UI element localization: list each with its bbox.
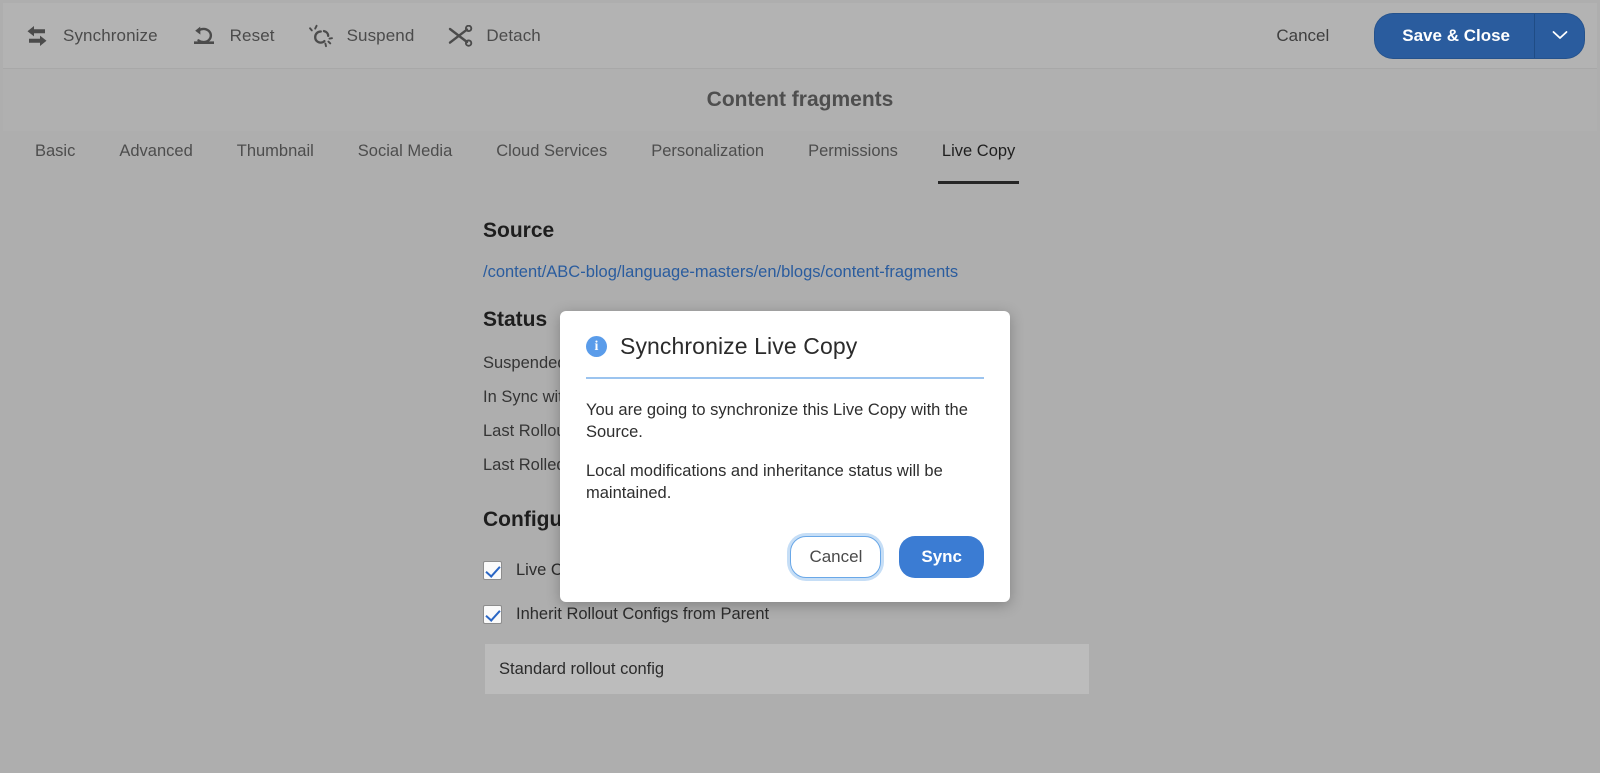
- page-title: Content fragments: [3, 69, 1597, 131]
- tab-permissions[interactable]: Permissions: [786, 131, 920, 194]
- scissors-icon: [446, 23, 474, 49]
- chevron-down-icon: [1552, 28, 1568, 43]
- inherit-rollout-configs-checkbox[interactable]: [483, 604, 502, 624]
- broken-link-icon: [307, 23, 335, 49]
- tab-thumbnail[interactable]: Thumbnail: [215, 131, 336, 194]
- dialog-cancel-button[interactable]: Cancel: [790, 536, 882, 579]
- tab-bar: Basic Advanced Thumbnail Social Media Cl…: [3, 131, 1597, 194]
- rollout-config-field[interactable]: Standard rollout config: [485, 644, 1089, 694]
- info-circle-icon: i: [586, 336, 607, 357]
- tab-advanced[interactable]: Advanced: [97, 131, 214, 194]
- dialog-paragraph: You are going to synchronize this Live C…: [586, 401, 968, 442]
- dialog-paragraph: Local modifications and inheritance stat…: [586, 461, 943, 502]
- suspend-action-label: Suspend: [346, 25, 415, 45]
- source-path-link[interactable]: /content/ABC-blog/language-masters/en/bl…: [483, 263, 958, 282]
- suspend-action-button[interactable]: Suspend: [297, 15, 437, 57]
- tab-cloud-services[interactable]: Cloud Services: [474, 131, 629, 194]
- detach-action-label: Detach: [486, 25, 541, 45]
- save-options-dropdown-button[interactable]: [1534, 13, 1584, 58]
- synchronize-action-button[interactable]: Synchronize: [13, 15, 180, 57]
- synchronize-action-label: Synchronize: [63, 25, 158, 45]
- live-copy-checkbox[interactable]: [483, 560, 502, 580]
- cancel-button[interactable]: Cancel: [1254, 16, 1351, 56]
- tab-social-media[interactable]: Social Media: [336, 131, 474, 194]
- toolbar-primary-actions: Cancel Save & Close: [1254, 13, 1597, 58]
- tab-personalization[interactable]: Personalization: [629, 131, 786, 194]
- save-and-close-button[interactable]: Save & Close: [1375, 13, 1534, 58]
- dialog-title: Synchronize Live Copy: [620, 333, 858, 359]
- dialog-body: You are going to synchronize this Live C…: [586, 379, 984, 504]
- dialog-header: i Synchronize Live Copy: [586, 333, 984, 379]
- reset-action-button[interactable]: Reset: [180, 15, 297, 57]
- top-toolbar: Synchronize Reset Suspend Detach Cancel …: [3, 3, 1597, 69]
- detach-action-button[interactable]: Detach: [436, 15, 562, 57]
- tab-live-copy[interactable]: Live Copy: [920, 131, 1037, 194]
- inherit-rollout-configs-label: Inherit Rollout Configs from Parent: [516, 604, 770, 623]
- source-heading: Source: [483, 219, 555, 242]
- synchronize-live-copy-dialog: i Synchronize Live Copy You are going to…: [560, 311, 1010, 603]
- undo-reset-icon: [190, 23, 218, 49]
- dialog-footer: Cancel Sync: [586, 536, 984, 579]
- dialog-sync-button[interactable]: Sync: [899, 536, 984, 579]
- app-window: Synchronize Reset Suspend Detach Cancel …: [0, 0, 1600, 773]
- reset-action-label: Reset: [229, 25, 275, 45]
- tab-basic[interactable]: Basic: [13, 131, 97, 194]
- toolbar-actions: Synchronize Reset Suspend Detach: [3, 15, 563, 57]
- save-and-close-group: Save & Close: [1375, 13, 1584, 58]
- synchronize-arrows-icon: [23, 23, 51, 49]
